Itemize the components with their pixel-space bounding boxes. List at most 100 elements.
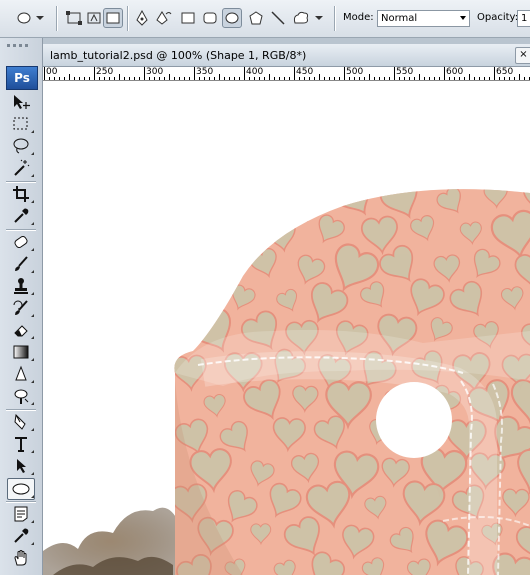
ruler-minor-tick bbox=[484, 77, 485, 80]
ruler-major-tick bbox=[44, 67, 45, 80]
ruler-minor-tick bbox=[119, 74, 120, 80]
chevron-down-icon bbox=[460, 16, 466, 20]
hand-icon[interactable] bbox=[8, 548, 34, 568]
path-selection-icon[interactable] bbox=[8, 456, 34, 476]
blur-icon[interactable] bbox=[8, 364, 34, 384]
ruler-major-tick bbox=[294, 67, 295, 80]
ruler-major-tick bbox=[244, 67, 245, 80]
close-icon[interactable]: × bbox=[515, 47, 530, 64]
ruler-label: 250 bbox=[96, 67, 114, 77]
eraser-icon[interactable] bbox=[8, 320, 34, 340]
chevron-down-icon[interactable] bbox=[313, 8, 325, 28]
options-bar: Mode: Normal Opacity: 1 bbox=[0, 0, 530, 38]
ruler-minor-tick bbox=[374, 77, 375, 80]
ruler-minor-tick bbox=[299, 77, 300, 80]
mode-value: Normal bbox=[381, 13, 418, 24]
type-icon[interactable] bbox=[8, 434, 34, 454]
ruler-minor-tick bbox=[389, 77, 390, 80]
polygon-tool-icon[interactable] bbox=[246, 8, 266, 28]
rectangle-tool-icon[interactable] bbox=[178, 8, 198, 28]
ruler-major-tick bbox=[394, 67, 395, 80]
ruler-minor-tick bbox=[229, 77, 230, 80]
ruler-label: 650 bbox=[496, 67, 514, 77]
document-tab[interactable]: lamb_tutorial2.psd @ 100% (Shape 1, RGB/… bbox=[43, 44, 530, 67]
ruler-minor-tick bbox=[249, 77, 250, 80]
line-tool-icon[interactable] bbox=[268, 8, 288, 28]
ruler-major-tick bbox=[444, 67, 445, 80]
marquee-icon[interactable] bbox=[8, 114, 34, 134]
heart-shape bbox=[181, 214, 206, 242]
photoshop-logo[interactable]: Ps bbox=[6, 66, 38, 90]
clone-stamp-icon[interactable] bbox=[8, 276, 34, 296]
ruler-minor-tick bbox=[169, 74, 170, 80]
toolbox-grip[interactable] bbox=[3, 40, 33, 50]
ruler-minor-tick bbox=[254, 77, 255, 80]
wool-tuft bbox=[43, 507, 178, 575]
ruler-minor-tick bbox=[219, 74, 220, 80]
pen-tool-icon[interactable] bbox=[8, 412, 34, 432]
ellipse-shape-icon[interactable] bbox=[7, 478, 35, 500]
history-brush-icon[interactable] bbox=[8, 298, 34, 318]
move-icon[interactable] bbox=[8, 92, 34, 112]
eye-hole bbox=[376, 382, 452, 458]
horizontal-ruler[interactable]: 00 250 300 350 400 450 500 550 600 650 bbox=[43, 67, 530, 81]
opacity-input[interactable]: 1 bbox=[517, 10, 530, 27]
ellipse-preset-icon[interactable] bbox=[14, 8, 34, 28]
heart-shape bbox=[194, 189, 229, 216]
ruler-minor-tick bbox=[274, 77, 275, 80]
paths-icon[interactable] bbox=[84, 8, 104, 28]
eyedropper2-icon[interactable] bbox=[8, 526, 34, 546]
freeform-pen-icon[interactable] bbox=[154, 8, 174, 28]
ellipse-tool-icon[interactable] bbox=[222, 8, 242, 28]
eyedropper-icon[interactable] bbox=[8, 206, 34, 226]
ruler-minor-tick bbox=[124, 77, 125, 80]
ruler-minor-tick bbox=[129, 77, 130, 80]
ruler-minor-tick bbox=[509, 77, 510, 80]
magic-wand-icon[interactable] bbox=[8, 158, 34, 178]
rounded-rectangle-icon[interactable] bbox=[200, 8, 220, 28]
brush-icon[interactable] bbox=[8, 254, 34, 274]
notes-icon[interactable] bbox=[8, 504, 34, 524]
ruler-minor-tick bbox=[79, 77, 80, 80]
ruler-minor-tick bbox=[454, 77, 455, 80]
opacity-label: Opacity: bbox=[477, 12, 519, 23]
ruler-minor-tick bbox=[109, 77, 110, 80]
fill-pixels-icon[interactable] bbox=[103, 8, 123, 28]
ruler-minor-tick bbox=[334, 77, 335, 80]
ruler-minor-tick bbox=[279, 77, 280, 80]
ruler-minor-tick bbox=[89, 77, 90, 80]
ruler-minor-tick bbox=[459, 77, 460, 80]
ruler-minor-tick bbox=[59, 77, 60, 80]
ruler-minor-tick bbox=[524, 77, 525, 80]
ruler-minor-tick bbox=[139, 77, 140, 80]
ruler-minor-tick bbox=[239, 77, 240, 80]
ruler-minor-tick bbox=[54, 77, 55, 80]
ruler-minor-tick bbox=[234, 77, 235, 80]
document-canvas[interactable] bbox=[43, 81, 530, 575]
ruler-minor-tick bbox=[99, 77, 100, 80]
mode-select[interactable]: Normal bbox=[377, 10, 470, 27]
ruler-major-tick bbox=[144, 67, 145, 80]
heart-shape bbox=[240, 189, 274, 221]
ruler-major-tick bbox=[344, 67, 345, 80]
healing-brush-icon[interactable] bbox=[8, 232, 34, 252]
ruler-minor-tick bbox=[404, 77, 405, 80]
ruler-minor-tick bbox=[409, 77, 410, 80]
ruler-minor-tick bbox=[419, 74, 420, 80]
gradient-icon[interactable] bbox=[8, 342, 34, 362]
dodge-icon[interactable] bbox=[8, 386, 34, 406]
ruler-minor-tick bbox=[434, 77, 435, 80]
lasso-icon[interactable] bbox=[8, 136, 34, 156]
pen-tool-icon[interactable] bbox=[132, 8, 152, 28]
chevron-down-icon[interactable] bbox=[34, 8, 46, 28]
crop-icon[interactable] bbox=[8, 184, 34, 204]
custom-shape-icon[interactable] bbox=[291, 8, 311, 28]
ruler-minor-tick bbox=[514, 77, 515, 80]
ruler-minor-tick bbox=[209, 77, 210, 80]
ruler-label: 350 bbox=[196, 67, 214, 77]
heart-shape bbox=[286, 189, 324, 222]
ruler-minor-tick bbox=[84, 77, 85, 80]
shape-layers-icon[interactable] bbox=[64, 8, 84, 28]
ruler-minor-tick bbox=[304, 77, 305, 80]
ruler-minor-tick bbox=[489, 77, 490, 80]
